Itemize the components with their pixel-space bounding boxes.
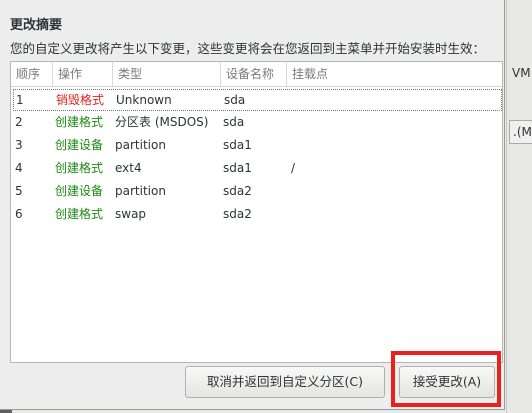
changes-table[interactable]: 顺序 操作 类型 设备名称 挂载点 1 销毁格式 Unknown sda 2 创… [10, 61, 503, 363]
row-order: 6 [15, 207, 23, 221]
row-device: sda1 [223, 138, 252, 152]
row-type: swap [115, 207, 147, 221]
row-device: sda1 [223, 161, 252, 175]
background-vm-text: VM [512, 66, 531, 80]
row-action: 创建格式 [55, 207, 104, 221]
row-type: partition [115, 138, 166, 152]
column-header-mountpoint[interactable]: 挂载点 [287, 62, 504, 86]
row-device: sda2 [223, 184, 252, 198]
row-type: ext4 [115, 161, 142, 175]
row-order: 1 [16, 93, 24, 107]
row-device: sda [223, 115, 245, 129]
background-m-button[interactable]: .(M) [509, 120, 532, 144]
column-header-device[interactable]: 设备名称 [221, 62, 287, 86]
column-header-action[interactable]: 操作 [53, 62, 113, 86]
table-row[interactable]: 1 销毁格式 Unknown sda [13, 89, 502, 111]
row-order: 4 [15, 161, 23, 175]
dialog-title: 更改摘要 [10, 18, 63, 33]
table-header: 顺序 操作 类型 设备名称 挂载点 [11, 62, 502, 87]
row-device: sda2 [223, 207, 252, 221]
column-header-order[interactable]: 顺序 [11, 62, 53, 86]
accept-changes-button[interactable]: 接受更改(A) [399, 366, 495, 398]
row-order: 3 [15, 138, 23, 152]
column-header-type[interactable]: 类型 [113, 62, 221, 86]
dialog-description: 您的自定义更改将产生以下变更，这些变更将会在您返回到主菜单并开始安装时生效： [10, 41, 486, 56]
change-summary-dialog: 更改摘要 您的自定义更改将产生以下变更，这些变更将会在您返回到主菜单并开始安装时… [0, 0, 505, 410]
table-row[interactable]: 5 创建设备 partition sda2 [13, 181, 502, 203]
table-row[interactable]: 2 创建格式 分区表 (MSDOS) sda [13, 112, 502, 134]
table-row[interactable]: 6 创建格式 swap sda2 [13, 204, 502, 226]
row-action: 销毁格式 [56, 93, 105, 107]
row-action: 创建格式 [55, 161, 104, 175]
table-row[interactable]: 3 创建设备 partition sda1 [13, 135, 502, 157]
cancel-and-return-button[interactable]: 取消并返回到自定义分区(C) [185, 366, 385, 398]
row-order: 5 [15, 184, 23, 198]
row-mount: / [291, 161, 296, 175]
row-order: 2 [15, 115, 23, 129]
background-divider [506, 0, 507, 413]
row-type: Unknown [116, 93, 172, 107]
row-action: 创建设备 [55, 138, 104, 152]
row-type: 分区表 (MSDOS) [115, 115, 209, 129]
table-row[interactable]: 4 创建格式 ext4 sda1 / [13, 158, 502, 180]
row-action: 创建设备 [55, 184, 104, 198]
row-type: partition [115, 184, 166, 198]
row-device: sda [224, 93, 246, 107]
row-action: 创建格式 [55, 115, 104, 129]
